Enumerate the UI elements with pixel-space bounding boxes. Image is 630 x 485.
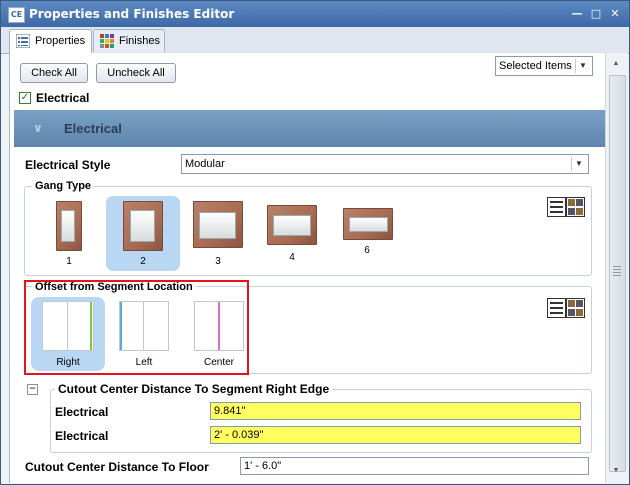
properties-finishes-editor-window: CE Properties and Finishes Editor — □ ✕ … — [0, 0, 630, 485]
gang-option-label: 2 — [140, 256, 146, 267]
properties-panel: Check All Uncheck All Selected Items ▼ ✓… — [9, 53, 606, 483]
gang-3-thumbnail — [193, 201, 243, 248]
chevron-collapse-icon: ∨ — [33, 121, 43, 135]
title-bar: CE Properties and Finishes Editor — □ ✕ — [1, 1, 629, 27]
chevron-down-icon: ▼ — [571, 157, 586, 171]
view-toggle-icon[interactable] — [547, 298, 585, 318]
scope-select[interactable]: Selected Items ▼ — [495, 56, 593, 76]
tab-properties-label: Properties — [35, 35, 86, 47]
electrical-filter-label: Electrical — [36, 91, 90, 105]
close-icon[interactable]: ✕ — [607, 7, 623, 21]
vertical-scrollbar[interactable]: ▲ ▼ — [605, 53, 628, 483]
gang-option-label: 4 — [289, 252, 295, 263]
electrical-filter-checkbox[interactable]: ✓ — [19, 92, 31, 104]
gang-option-label: 6 — [364, 245, 370, 256]
gang-1-thumbnail — [56, 201, 82, 251]
electrical-style-value: Modular — [185, 158, 225, 170]
tab-properties[interactable]: Properties — [9, 29, 92, 54]
cutout-floor-input[interactable]: 1' - 6.0" — [240, 457, 589, 475]
gang-4-thumbnail — [267, 205, 317, 245]
check-all-button[interactable]: Check All — [20, 63, 88, 83]
cutout-right-row-label: Electrical — [55, 429, 109, 443]
tab-strip: Properties Finishes — [1, 27, 629, 54]
view-toggle-icon[interactable] — [547, 197, 585, 217]
cutout-right-value-input[interactable]: 2' - 0.039" — [210, 426, 581, 444]
electrical-style-select[interactable]: Modular ▼ — [181, 154, 589, 174]
gang-type-title: Gang Type — [32, 180, 95, 192]
section-title: Electrical — [64, 121, 122, 136]
cutout-right-row-label: Electrical — [55, 405, 109, 419]
cutout-right-value: 9.841" — [214, 405, 246, 417]
scope-select-value: Selected Items — [499, 60, 572, 72]
finishes-grid-icon — [100, 34, 114, 48]
tab-finishes[interactable]: Finishes — [93, 29, 165, 52]
cutout-right-title: Cutout Center Distance To Segment Right … — [55, 382, 333, 396]
gang-option-label: 3 — [215, 256, 221, 267]
collapse-minus-icon[interactable]: − — [27, 384, 38, 395]
scrollbar-thumb[interactable] — [609, 75, 626, 472]
properties-list-icon — [16, 34, 30, 48]
gang-option-1[interactable]: 1 — [48, 195, 90, 271]
uncheck-all-button[interactable]: Uncheck All — [96, 63, 176, 83]
chevron-down-icon: ▼ — [575, 59, 590, 73]
minimize-icon[interactable]: — — [569, 7, 585, 21]
cutout-right-value: 2' - 0.039" — [214, 429, 264, 441]
gang-option-6[interactable]: 6 — [341, 195, 393, 271]
cutout-floor-value: 1' - 6.0" — [244, 460, 282, 472]
scroll-up-icon[interactable]: ▲ — [608, 57, 624, 71]
gang-option-4[interactable]: 4 — [266, 195, 318, 271]
gang-option-2[interactable]: 2 — [106, 196, 180, 271]
app-logo-icon: CE — [8, 7, 25, 23]
annotation-highlight-box — [24, 280, 249, 375]
electrical-style-label: Electrical Style — [25, 158, 111, 172]
gang-option-3[interactable]: 3 — [192, 195, 244, 271]
window-title: Properties and Finishes Editor — [29, 7, 235, 21]
gang-6-thumbnail — [343, 208, 393, 240]
tab-finishes-label: Finishes — [119, 35, 160, 47]
gang-2-thumbnail — [123, 201, 163, 251]
gang-option-label: 1 — [66, 256, 72, 267]
electrical-section-header[interactable]: ∨ Electrical — [14, 110, 606, 147]
cutout-right-value-input[interactable]: 9.841" — [210, 402, 581, 420]
scroll-down-icon[interactable]: ▼ — [608, 464, 624, 478]
cutout-floor-label: Cutout Center Distance To Floor — [25, 460, 209, 474]
maximize-icon[interactable]: □ — [588, 7, 604, 21]
